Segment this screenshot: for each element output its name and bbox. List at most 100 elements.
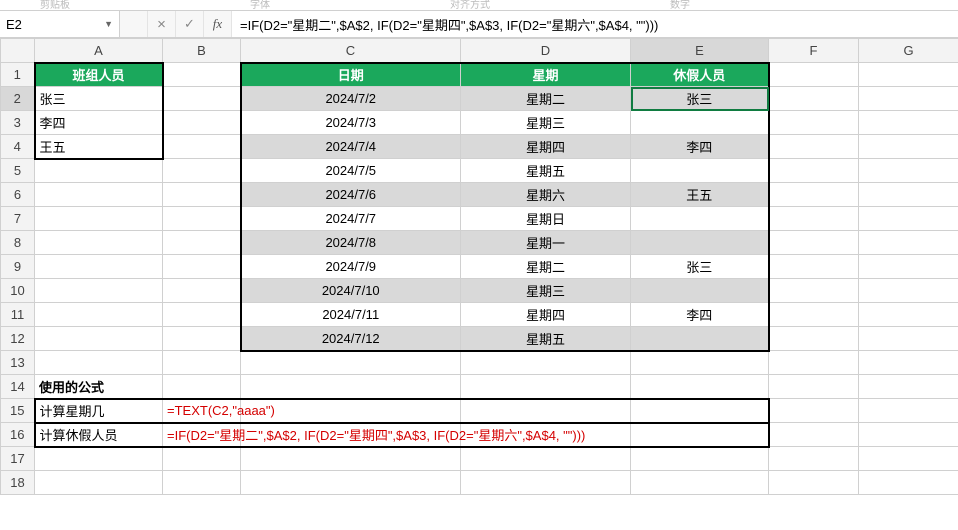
cell[interactable]: 李四 xyxy=(631,303,769,327)
cell[interactable] xyxy=(769,351,859,375)
cell[interactable]: 张三 xyxy=(631,255,769,279)
cell[interactable] xyxy=(859,327,958,351)
cell[interactable]: 星期三 xyxy=(461,279,631,303)
cell[interactable] xyxy=(631,399,769,423)
cell[interactable] xyxy=(163,279,241,303)
cell[interactable] xyxy=(163,255,241,279)
row-header-13[interactable]: 13 xyxy=(1,351,35,375)
cell[interactable]: 2024/7/2 xyxy=(241,87,461,111)
name-box[interactable]: E2 ▼ xyxy=(0,11,120,37)
cell[interactable] xyxy=(859,303,958,327)
row-header-6[interactable]: 6 xyxy=(1,183,35,207)
cell[interactable] xyxy=(163,471,241,495)
col-header-D[interactable]: D xyxy=(461,39,631,63)
cell[interactable] xyxy=(35,255,163,279)
cell[interactable] xyxy=(769,207,859,231)
cell[interactable] xyxy=(631,279,769,303)
col-header-E[interactable]: E xyxy=(631,39,769,63)
cell[interactable] xyxy=(769,327,859,351)
cell[interactable] xyxy=(631,423,769,447)
cell[interactable] xyxy=(769,279,859,303)
cell[interactable] xyxy=(859,111,958,135)
cell[interactable]: 2024/7/10 xyxy=(241,279,461,303)
cell[interactable] xyxy=(461,399,631,423)
cell[interactable]: 计算休假人员 xyxy=(35,423,163,447)
cell[interactable] xyxy=(859,255,958,279)
row-header-1[interactable]: 1 xyxy=(1,63,35,87)
cell[interactable] xyxy=(163,87,241,111)
cell[interactable] xyxy=(163,231,241,255)
chevron-down-icon[interactable]: ▼ xyxy=(104,19,113,29)
cell[interactable] xyxy=(163,111,241,135)
cell[interactable]: 星期日 xyxy=(461,207,631,231)
cell[interactable] xyxy=(241,471,461,495)
cell[interactable] xyxy=(859,207,958,231)
row-header-11[interactable]: 11 xyxy=(1,303,35,327)
cell[interactable]: 2024/7/6 xyxy=(241,183,461,207)
cell[interactable] xyxy=(35,351,163,375)
cell[interactable] xyxy=(859,87,958,111)
cell[interactable] xyxy=(769,375,859,399)
cell[interactable]: 班组人员 xyxy=(35,63,163,87)
row-header-17[interactable]: 17 xyxy=(1,447,35,471)
cell[interactable] xyxy=(859,63,958,87)
cell[interactable] xyxy=(631,351,769,375)
cell[interactable]: 李四 xyxy=(35,111,163,135)
cell[interactable]: 星期一 xyxy=(461,231,631,255)
cell[interactable] xyxy=(769,423,859,447)
cell[interactable] xyxy=(163,63,241,87)
cell[interactable] xyxy=(35,231,163,255)
cell[interactable] xyxy=(769,447,859,471)
accept-button[interactable]: ✓ xyxy=(176,11,204,37)
cell[interactable] xyxy=(163,183,241,207)
cell[interactable] xyxy=(859,447,958,471)
col-header-C[interactable]: C xyxy=(241,39,461,63)
cell[interactable] xyxy=(769,255,859,279)
cell[interactable] xyxy=(241,447,461,471)
cell[interactable]: 张三 xyxy=(35,87,163,111)
col-header-B[interactable]: B xyxy=(163,39,241,63)
cell[interactable]: 王五 xyxy=(631,183,769,207)
cell[interactable]: 星期三 xyxy=(461,111,631,135)
cell[interactable]: 休假人员 xyxy=(631,63,769,87)
row-header-8[interactable]: 8 xyxy=(1,231,35,255)
cell[interactable] xyxy=(769,135,859,159)
cell[interactable] xyxy=(859,399,958,423)
cell[interactable] xyxy=(163,327,241,351)
col-header-F[interactable]: F xyxy=(769,39,859,63)
cell[interactable]: 星期 xyxy=(461,63,631,87)
cell[interactable] xyxy=(163,303,241,327)
cell[interactable] xyxy=(859,351,958,375)
row-header-12[interactable]: 12 xyxy=(1,327,35,351)
row-header-5[interactable]: 5 xyxy=(1,159,35,183)
cell[interactable] xyxy=(35,159,163,183)
cell[interactable] xyxy=(631,111,769,135)
cell[interactable] xyxy=(631,159,769,183)
cell[interactable] xyxy=(461,351,631,375)
cell[interactable] xyxy=(769,63,859,87)
cell[interactable] xyxy=(631,207,769,231)
cell[interactable] xyxy=(163,375,241,399)
cell[interactable] xyxy=(859,183,958,207)
cell[interactable] xyxy=(631,447,769,471)
cell[interactable] xyxy=(769,303,859,327)
cell[interactable] xyxy=(859,135,958,159)
cell[interactable]: =TEXT(C2,"aaaa") xyxy=(163,399,241,423)
row-header-15[interactable]: 15 xyxy=(1,399,35,423)
fx-button[interactable]: fx xyxy=(204,11,232,37)
section-title[interactable]: 使用的公式 xyxy=(35,375,163,399)
cell[interactable]: 李四 xyxy=(631,135,769,159)
cell[interactable] xyxy=(859,471,958,495)
cell[interactable]: 2024/7/11 xyxy=(241,303,461,327)
row-header-10[interactable]: 10 xyxy=(1,279,35,303)
cell[interactable] xyxy=(631,327,769,351)
cell[interactable] xyxy=(859,423,958,447)
row-header-18[interactable]: 18 xyxy=(1,471,35,495)
cell[interactable]: 2024/7/8 xyxy=(241,231,461,255)
cell[interactable] xyxy=(35,303,163,327)
row-header-3[interactable]: 3 xyxy=(1,111,35,135)
cell[interactable] xyxy=(163,351,241,375)
cell[interactable] xyxy=(631,231,769,255)
row-header-9[interactable]: 9 xyxy=(1,255,35,279)
cell[interactable] xyxy=(35,279,163,303)
